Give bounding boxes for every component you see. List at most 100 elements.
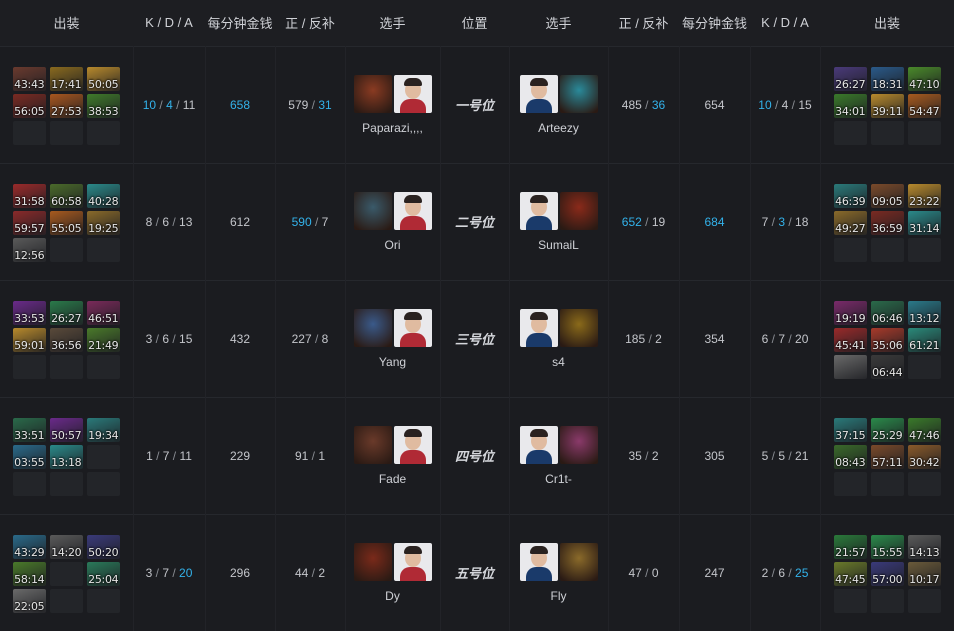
- player-name[interactable]: Cr1t-: [545, 472, 572, 486]
- item-icon[interactable]: 55:05: [49, 211, 83, 235]
- item-icon[interactable]: 09:05: [870, 184, 904, 208]
- item-icon[interactable]: 50:57: [49, 418, 83, 442]
- item-icon[interactable]: 06:46: [870, 301, 904, 325]
- item-icon[interactable]: 03:55: [12, 445, 46, 469]
- item-icon[interactable]: 06:44: [870, 355, 904, 379]
- item-icon[interactable]: 34:01: [833, 94, 867, 118]
- item-icon[interactable]: 36:59: [870, 211, 904, 235]
- item-icon[interactable]: 57:00: [870, 562, 904, 587]
- player-photo[interactable]: [393, 425, 432, 464]
- item-icon[interactable]: 59:01: [12, 328, 46, 352]
- item-icon[interactable]: 60:58: [49, 184, 83, 208]
- item-slot-empty: [49, 589, 83, 614]
- player-name[interactable]: Arteezy: [538, 121, 579, 135]
- item-icon[interactable]: 31:14: [907, 211, 941, 235]
- item-icon[interactable]: 56:05: [12, 94, 46, 118]
- item-icon[interactable]: 31:58: [12, 184, 46, 208]
- hero-portrait[interactable]: [353, 425, 392, 464]
- item-icon[interactable]: 46:51: [86, 301, 120, 325]
- item-icon[interactable]: 54:47: [907, 94, 941, 118]
- player-photo[interactable]: [519, 542, 558, 581]
- item-icon[interactable]: 36:56: [49, 328, 83, 352]
- player-name[interactable]: Dy: [385, 589, 400, 603]
- item-icon[interactable]: 17:41: [49, 67, 83, 91]
- item-icon[interactable]: 14:13: [907, 535, 941, 560]
- item-icon[interactable]: 49:27: [833, 211, 867, 235]
- item-icon[interactable]: 50:20: [86, 535, 120, 560]
- item-icon[interactable]: 13:12: [907, 301, 941, 325]
- item-icon[interactable]: 33:51: [12, 418, 46, 442]
- player-photo[interactable]: [393, 542, 432, 581]
- hero-portrait[interactable]: [353, 74, 392, 113]
- item-icon[interactable]: 50:05: [86, 67, 120, 91]
- item-icon[interactable]: 22:05: [12, 589, 46, 614]
- item-icon[interactable]: 33:53: [12, 301, 46, 325]
- item-icon[interactable]: 35:06: [870, 328, 904, 352]
- player-photo[interactable]: [519, 308, 558, 347]
- item-icon[interactable]: 61:21: [907, 328, 941, 352]
- item-icon[interactable]: 15:55: [870, 535, 904, 560]
- item-slot-empty: [833, 238, 867, 262]
- hero-portrait[interactable]: [353, 308, 392, 347]
- item-icon[interactable]: 27:53: [49, 94, 83, 118]
- player-name[interactable]: Ori: [385, 238, 401, 252]
- player-photo[interactable]: [519, 191, 558, 230]
- item-icon[interactable]: [833, 355, 867, 379]
- separator: /: [169, 214, 180, 229]
- hero-portrait[interactable]: [353, 191, 392, 230]
- item-icon[interactable]: 45:41: [833, 328, 867, 352]
- item-icon[interactable]: 10:17: [907, 562, 941, 587]
- hero-portrait[interactable]: [353, 542, 392, 581]
- item-icon[interactable]: 25:04: [86, 562, 120, 587]
- player-photo[interactable]: [393, 74, 432, 113]
- kills: 1: [146, 448, 153, 463]
- item-icon[interactable]: 30:42: [907, 445, 941, 469]
- item-icon[interactable]: 13:18: [49, 445, 83, 469]
- header-gpm-right: 每分钟金钱: [681, 16, 747, 32]
- player-name[interactable]: Yang: [379, 355, 406, 369]
- last-hits-denies-right: 35 / 2: [608, 397, 680, 514]
- item-icon[interactable]: 21:57: [833, 535, 867, 560]
- item-icon[interactable]: 19:34: [86, 418, 120, 442]
- item-icon[interactable]: 59:57: [12, 211, 46, 235]
- hero-portrait[interactable]: [559, 425, 598, 464]
- player-photo[interactable]: [393, 191, 432, 230]
- item-icon[interactable]: 43:29: [12, 535, 46, 560]
- item-icon[interactable]: 37:15: [833, 418, 867, 442]
- item-icon[interactable]: 21:49: [86, 328, 120, 352]
- player-jersey: [525, 332, 552, 347]
- item-icon[interactable]: 26:27: [833, 67, 867, 91]
- player-photo[interactable]: [393, 308, 432, 347]
- item-icon[interactable]: 47:45: [833, 562, 867, 587]
- item-icon[interactable]: 38:53: [86, 94, 120, 118]
- item-icon[interactable]: 47:10: [907, 67, 941, 91]
- item-icon[interactable]: 08:43: [833, 445, 867, 469]
- hero-portrait[interactable]: [559, 542, 598, 581]
- item-icon[interactable]: 39:11: [870, 94, 904, 118]
- item-icon[interactable]: 12:56: [12, 238, 46, 262]
- player-photo[interactable]: [519, 74, 558, 113]
- item-icon[interactable]: 57:11: [870, 445, 904, 469]
- player-name[interactable]: SumaiL: [538, 238, 579, 252]
- item-icon[interactable]: 43:43: [12, 67, 46, 91]
- player-name[interactable]: Fade: [379, 472, 406, 486]
- item-icon[interactable]: 14:20: [49, 535, 83, 560]
- hero-portrait[interactable]: [559, 191, 598, 230]
- item-icon[interactable]: 26:27: [49, 301, 83, 325]
- item-icon[interactable]: 18:31: [870, 67, 904, 91]
- items-cell-left: 43:43 17:41 50:05 56:05 27:53 38:53: [0, 46, 134, 163]
- item-icon[interactable]: 46:39: [833, 184, 867, 208]
- player-name[interactable]: Paparazi,,,,: [362, 121, 423, 135]
- item-icon[interactable]: 47:46: [907, 418, 941, 442]
- player-name[interactable]: Fly: [551, 589, 567, 603]
- player-photo[interactable]: [519, 425, 558, 464]
- item-icon[interactable]: 19:25: [86, 211, 120, 235]
- hero-portrait[interactable]: [559, 74, 598, 113]
- hero-portrait[interactable]: [559, 308, 598, 347]
- item-icon[interactable]: 58:14: [12, 562, 46, 587]
- item-icon[interactable]: 25:29: [870, 418, 904, 442]
- player-name[interactable]: s4: [552, 355, 565, 369]
- item-icon[interactable]: 40:28: [86, 184, 120, 208]
- item-icon[interactable]: 23:22: [907, 184, 941, 208]
- item-icon[interactable]: 19:19: [833, 301, 867, 325]
